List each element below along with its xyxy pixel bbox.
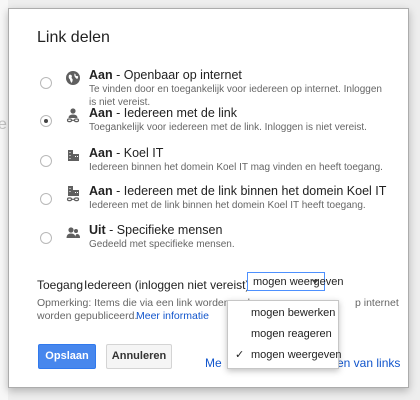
option-domain-with-link[interactable]: Aan - Iedereen met de link binnen het do…	[9, 184, 408, 218]
person-link-icon	[63, 106, 83, 126]
note-text: Opmerking: Items die via een link worden…	[37, 297, 251, 309]
dropdown-item-label: mogen bewerken	[251, 307, 336, 319]
option-domain[interactable]: Aan - Koel IT Iedereen binnen het domein…	[9, 146, 408, 180]
chevron-down-icon	[312, 280, 318, 284]
background-partial-text: e	[0, 116, 7, 133]
option-public[interactable]: Aan - Openbaar op internet Te vinden doo…	[9, 68, 408, 108]
option-title: Aan - Koel IT	[89, 146, 164, 160]
dropdown-item-comment[interactable]: mogen reageren	[228, 324, 338, 345]
bottom-link-right[interactable]: en van links	[337, 356, 400, 370]
building-link-icon	[63, 184, 83, 204]
note-text-continued: p internet	[355, 297, 399, 309]
learn-more-link[interactable]: Meer informatie	[136, 310, 209, 323]
check-icon: ✓	[235, 349, 245, 361]
option-title: Aan - Iedereen met de link binnen het do…	[89, 184, 387, 198]
permission-select[interactable]: mogen weergeven	[247, 272, 344, 291]
note-text-line2: worden gepubliceerd.	[37, 310, 138, 322]
radio-domain-with-link[interactable]	[40, 193, 52, 205]
option-title: Aan - Iedereen met de link	[89, 106, 237, 120]
radio-domain[interactable]	[40, 155, 52, 167]
background-page	[0, 0, 8, 400]
dropdown-item-view[interactable]: ✓ mogen weergeven	[228, 345, 342, 366]
option-description: Toegankelijk voor iedereen met de link. …	[89, 122, 367, 133]
globe-icon	[63, 68, 83, 88]
permission-dropdown-menu: mogen bewerken mogen reageren ✓ mogen we…	[227, 300, 342, 369]
access-label: Toegang	[37, 278, 84, 292]
option-anyone-with-link[interactable]: Aan - Iedereen met de link Toegankelijk …	[9, 106, 408, 140]
building-icon	[63, 146, 83, 166]
dropdown-item-label: mogen reageren	[251, 328, 332, 340]
option-description: Iedereen binnen het domein Koel IT mag v…	[89, 162, 383, 173]
dialog-title: Link delen	[37, 29, 110, 46]
option-description: Iedereen met de link binnen het domein K…	[89, 200, 366, 211]
option-specific-people[interactable]: Uit - Specifieke mensen Gedeeld met spec…	[9, 223, 408, 257]
share-link-dialog: Link delen Aan - Openbaar op internet Te…	[8, 8, 409, 388]
option-title: Uit - Specifieke mensen	[89, 223, 223, 237]
radio-anyone-with-link[interactable]	[40, 115, 52, 127]
cancel-button[interactable]: Annuleren	[106, 344, 172, 369]
people-icon	[63, 223, 83, 243]
permission-select-value: mogen weergeven	[253, 276, 344, 288]
save-button[interactable]: Opslaan	[38, 344, 96, 369]
bottom-link-left[interactable]: Me	[205, 356, 222, 370]
option-title: Aan - Openbaar op internet	[89, 68, 242, 82]
option-description: Gedeeld met specifieke mensen.	[89, 239, 235, 250]
dropdown-item-edit[interactable]: mogen bewerken	[228, 303, 338, 324]
access-value: Iedereen (inloggen niet vereist)	[84, 278, 250, 292]
radio-specific-people[interactable]	[40, 232, 52, 244]
radio-public[interactable]	[40, 77, 52, 89]
dropdown-item-label: mogen weergeven	[251, 349, 342, 361]
